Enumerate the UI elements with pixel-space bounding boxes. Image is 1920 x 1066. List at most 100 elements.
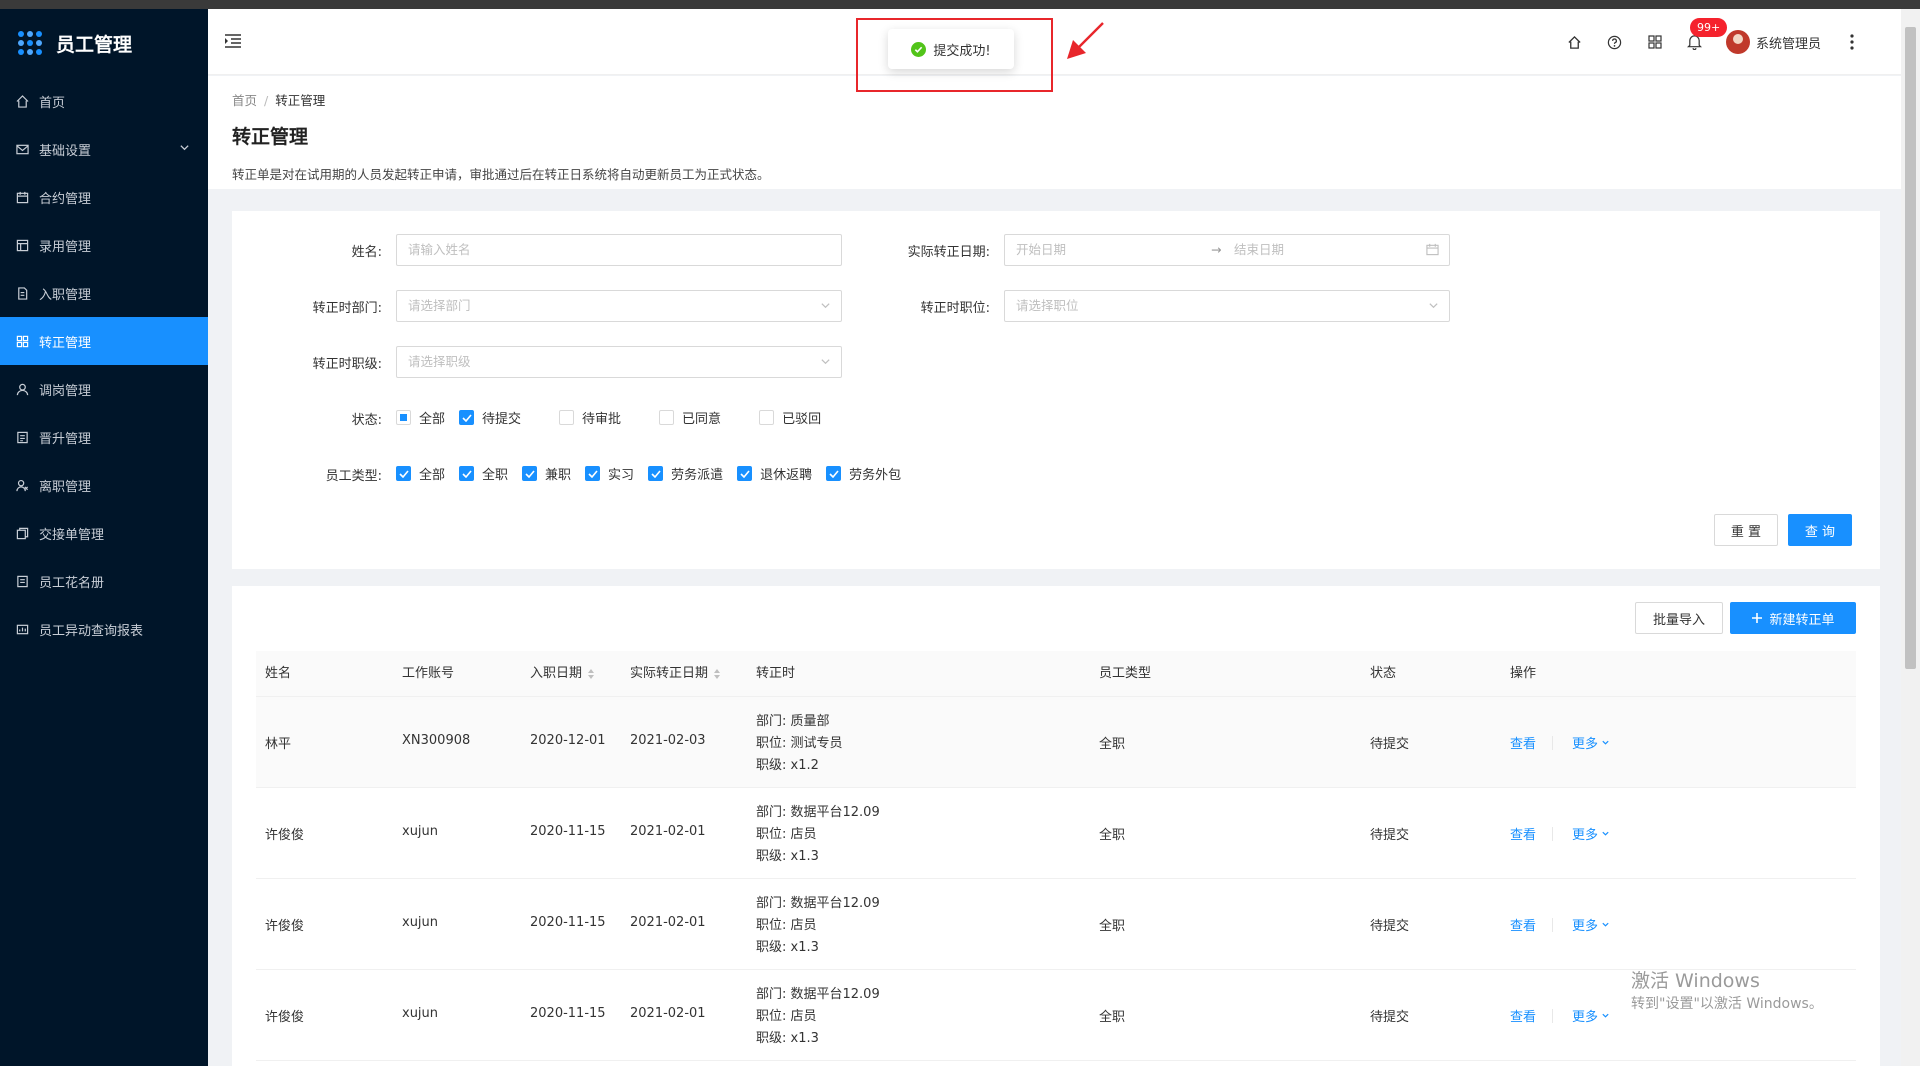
copy-icon (16, 527, 29, 539)
help-icon[interactable] (1606, 33, 1624, 51)
bell-icon[interactable]: 99+ (1686, 18, 1728, 51)
name-input[interactable]: 请输入姓名 (396, 234, 842, 266)
page-description: 转正单是对在试用期的人员发起转正申请，审批通过后在转正日系统将自动更新员工为正式… (232, 167, 770, 182)
col-regular-date[interactable]: 实际转正日期 (630, 651, 721, 697)
department-select[interactable]: 请选择部门 (396, 290, 842, 322)
type-intern-checkbox[interactable]: 实习 (585, 464, 634, 483)
sidebar-item-2[interactable]: 合约管理 (0, 173, 208, 221)
filter-panel: 姓名: 请输入姓名 实际转正日期: 开始日期 → 结束日期 转正时部门: 请选择… (232, 211, 1880, 569)
view-link[interactable]: 查看 (1510, 915, 1536, 934)
position-select[interactable]: 请选择职位 (1004, 290, 1450, 322)
more-dropdown[interactable]: 更多 (1572, 733, 1610, 752)
sidebar-item-label: 录用管理 (39, 239, 92, 255)
more-dropdown[interactable]: 更多 (1572, 824, 1610, 843)
arrow-right-icon: → (1211, 242, 1222, 257)
table-row[interactable]: 许俊俊 xujun 2020-11-15 2021-02-01 部门: 数据平台12.0… (256, 970, 1856, 1061)
sidebar-item-7[interactable]: 晋升管理 (0, 413, 208, 461)
breadcrumb-home[interactable]: 首页 (232, 93, 257, 108)
table-row[interactable]: 林平 XN300908 2020-12-01 2021-02-03 部门: 质量部 职位:… (256, 697, 1856, 788)
page-scrollbar[interactable] (1901, 9, 1920, 1066)
cell-dept: 部门: 质量部 (756, 714, 830, 729)
breadcrumb-current: 转正管理 (275, 93, 326, 108)
sidebar-item-5[interactable]: 转正管理 (0, 317, 208, 365)
cell-position-info: 部门: 质量部 职位: 测试专员 职级: x1.2 (756, 711, 843, 777)
home-icon[interactable] (1566, 33, 1584, 51)
status-pending-approval-checkbox[interactable]: 待审批 (559, 408, 621, 427)
table-row[interactable]: 许俊俊 xujun 2020-11-15 2021-02-01 部门: 数据平台12.0… (256, 788, 1856, 879)
action-divider (1552, 918, 1553, 932)
sidebar-item-9[interactable]: 交接单管理 (0, 509, 208, 557)
chevron-down-icon (1602, 1013, 1609, 1018)
type-rehire-checkbox[interactable]: 退休返聘 (737, 464, 812, 483)
cell-join-date: 2020-12-01 (530, 733, 606, 748)
table-row[interactable]: 许俊俊 xujun 2020-11-15 2021-02-01 部门: 数据平台12.0… (256, 879, 1856, 970)
level-placeholder: 请选择职级 (408, 354, 471, 369)
type-outsource-checkbox[interactable]: 劳务外包 (826, 464, 901, 483)
status-approved-checkbox[interactable]: 已同意 (659, 408, 721, 427)
sort-icon (714, 669, 721, 679)
type-dispatch-checkbox[interactable]: 劳务派遣 (648, 464, 723, 483)
date-range-picker[interactable]: 开始日期 → 结束日期 (1004, 234, 1450, 266)
department-placeholder: 请选择部门 (408, 298, 471, 313)
level-select[interactable]: 请选择职级 (396, 346, 842, 378)
sidebar-item-1[interactable]: 基础设置 (0, 125, 208, 173)
apps-grid-icon (18, 31, 42, 55)
position-placeholder: 请选择职位 (1016, 298, 1079, 313)
type-all-checkbox[interactable]: 全部 (396, 464, 445, 483)
cell-dept: 部门: 数据平台12.09 (756, 805, 880, 820)
more-vertical-icon[interactable] (1843, 33, 1861, 51)
scrollbar-thumb[interactable] (1905, 27, 1916, 669)
sidebar-item-label: 交接单管理 (39, 527, 105, 543)
sidebar-item-4[interactable]: 入职管理 (0, 269, 208, 317)
search-button[interactable]: 查 询 (1788, 514, 1852, 546)
sidebar-item-label: 员工花名册 (39, 575, 105, 591)
cell-emp-type: 全职 (1099, 1010, 1126, 1025)
apps-icon[interactable] (1646, 33, 1664, 51)
batch-import-button[interactable]: 批量导入 (1635, 602, 1723, 634)
sidebar-item-label: 基础设置 (39, 143, 92, 159)
sidebar-item-11[interactable]: 员工异动查询报表 (0, 605, 208, 653)
user-menu[interactable]: 系统管理员 (1725, 30, 1821, 54)
chevron-down-icon (1602, 922, 1609, 927)
new-button-label: 新建转正单 (1769, 612, 1835, 628)
col-account: 工作账号 (402, 666, 455, 681)
view-link[interactable]: 查看 (1510, 824, 1536, 843)
date-label: 实际转正日期: (907, 245, 990, 260)
chevron-down-icon[interactable] (179, 142, 190, 153)
sidebar-item-label: 入职管理 (39, 287, 92, 303)
type-parttime-checkbox[interactable]: 兼职 (522, 464, 571, 483)
sidebar-item-label: 转正管理 (39, 335, 92, 351)
cell-name: 许俊俊 (265, 919, 305, 934)
view-link[interactable]: 查看 (1510, 733, 1536, 752)
chevron-down-icon (1602, 740, 1609, 745)
sidebar-item-label: 首页 (39, 95, 66, 111)
app-logo[interactable]: 员工管理 (0, 9, 208, 77)
cell-level: 职级: x1.2 (756, 758, 819, 773)
cell-status: 待提交 (1370, 737, 1410, 752)
type-fulltime-checkbox[interactable]: 全职 (459, 464, 508, 483)
sidebar-item-3[interactable]: 录用管理 (0, 221, 208, 269)
more-dropdown[interactable]: 更多 (1572, 1006, 1610, 1025)
user-icon (16, 383, 29, 395)
cell-account: xujun (402, 1006, 439, 1021)
status-pending-submit-checkbox[interactable]: 待提交 (459, 408, 521, 427)
file-icon (18, 286, 28, 300)
sidebar-item-label: 调岗管理 (39, 383, 92, 399)
more-dropdown[interactable]: 更多 (1572, 915, 1610, 934)
doc-icon (17, 431, 28, 443)
cell-level: 职级: x1.3 (756, 940, 819, 955)
cell-pos: 职位: 店员 (756, 1009, 817, 1024)
view-link[interactable]: 查看 (1510, 1006, 1536, 1025)
col-position-info: 转正时 (756, 666, 796, 681)
sidebar-item-6[interactable]: 调岗管理 (0, 365, 208, 413)
sidebar-item-10[interactable]: 员工花名册 (0, 557, 208, 605)
status-all-checkbox[interactable]: 全部 (396, 408, 445, 427)
sidebar-item-0[interactable]: 首页 (0, 77, 208, 125)
new-regularization-button[interactable]: 新建转正单 (1730, 602, 1856, 634)
status-rejected-checkbox[interactable]: 已驳回 (759, 408, 821, 427)
sidebar-item-8[interactable]: 离职管理 (0, 461, 208, 509)
menu-fold-icon[interactable] (224, 33, 242, 53)
header-actions: 99+ 系统管理员 (1566, 9, 1861, 75)
reset-button[interactable]: 重 置 (1714, 514, 1778, 546)
col-join-date[interactable]: 入职日期 (530, 651, 595, 697)
